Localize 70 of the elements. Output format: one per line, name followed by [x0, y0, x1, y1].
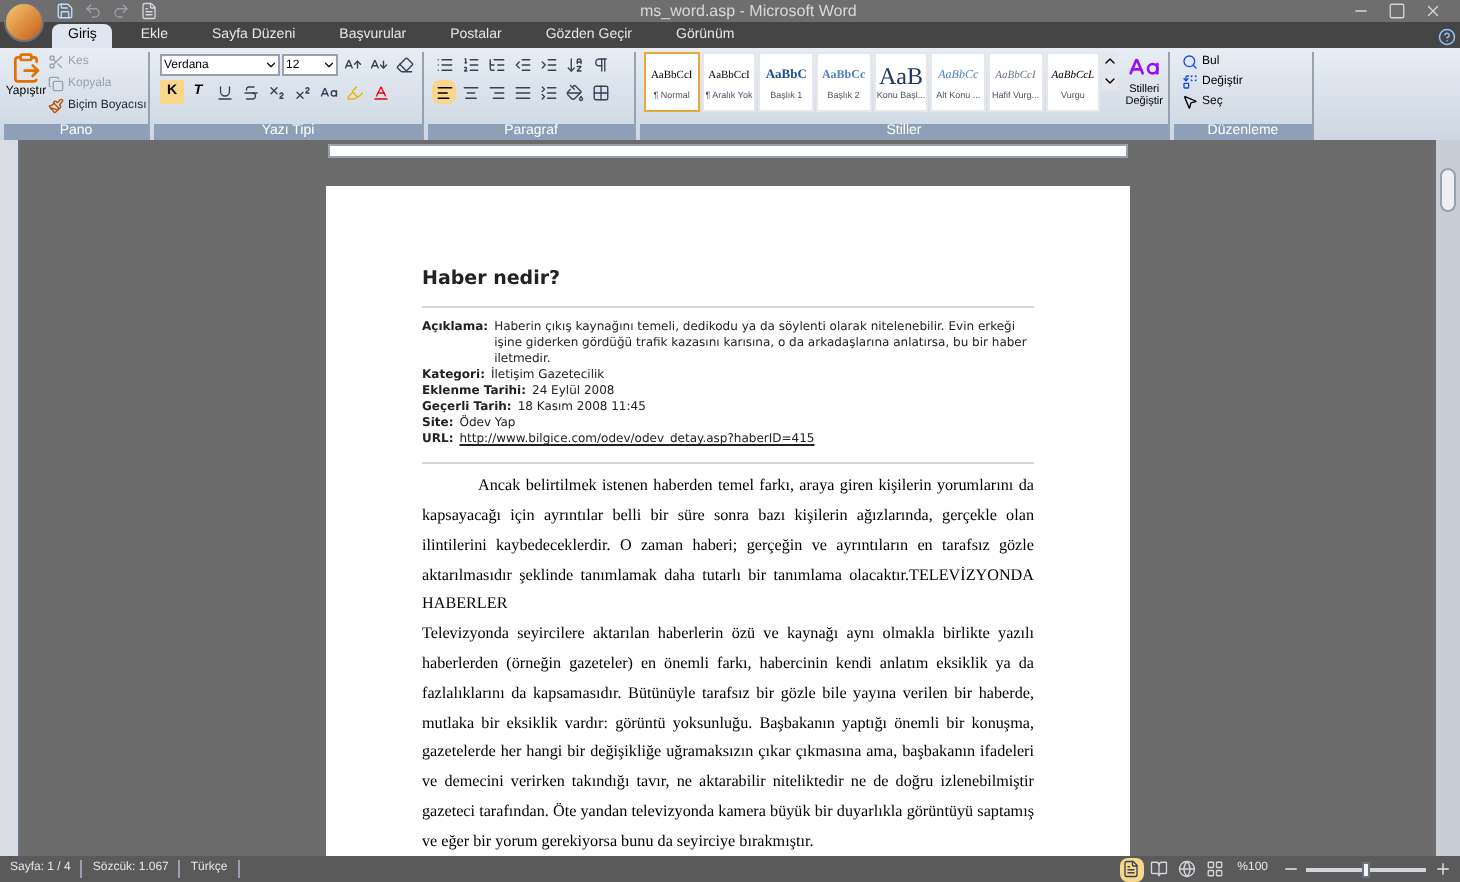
redo-button[interactable]	[108, 0, 132, 23]
align-left-button[interactable]	[432, 80, 456, 104]
search-icon	[1182, 54, 1198, 70]
web-layout-icon	[1178, 860, 1197, 878]
grow-font-icon	[343, 55, 361, 73]
outline-view-button[interactable]	[1203, 857, 1228, 881]
document-icon	[139, 2, 157, 20]
decrease-indent-icon	[513, 55, 531, 73]
replace-icon	[1182, 74, 1198, 90]
numbering-icon	[461, 55, 479, 73]
body-paragraph: Ancak belirtilmek istenen haberden temel farkı, araya giren kişilerin yorumlarını da kapsayacağı için ayrıntılar belli bir süre sonra bazı kişilerin ağızlarında, gerçekle olan ilintilerini kaybedeceklerdir. O zaman haberi; gerçeğin ve ayrıntıların en tarafsız gözle aktarılmasıdır şeklinde tanımlamak daha tutarlı bir tanımlama olacaktır.TELEVİZYONDA HABERLER	[422, 474, 1034, 617]
shading-icon	[565, 83, 583, 101]
change-case-icon	[319, 83, 337, 101]
underline-icon	[215, 83, 233, 101]
borders-icon	[591, 83, 609, 101]
redo-icon	[111, 2, 129, 20]
maximize-icon	[1387, 2, 1405, 20]
pointer-icon	[1182, 94, 1198, 110]
align-center-icon	[461, 83, 479, 101]
borders-button[interactable]	[588, 80, 612, 104]
office-button[interactable]	[4, 2, 44, 42]
shrink-font-icon	[369, 55, 387, 73]
document-button[interactable]	[136, 0, 160, 23]
line-spacing-icon	[539, 83, 557, 101]
sort-icon	[565, 55, 583, 73]
align-right-icon	[487, 83, 505, 101]
line-spacing-button[interactable]	[536, 80, 560, 104]
zoom-thumb[interactable]	[1362, 861, 1370, 877]
strikethrough-icon	[241, 83, 259, 101]
clear-format-icon	[395, 55, 413, 73]
numbering-button[interactable]	[458, 52, 482, 76]
align-left-icon	[435, 83, 453, 101]
shading-button[interactable]	[562, 80, 586, 104]
underline-button[interactable]	[212, 80, 236, 104]
scroll-thumb[interactable]	[1440, 168, 1456, 212]
reading-view-button[interactable]	[1147, 857, 1172, 881]
undo-icon	[83, 2, 101, 20]
show-marks-icon	[591, 55, 609, 73]
superscript-icon	[293, 83, 311, 101]
help-icon[interactable]	[1438, 28, 1456, 46]
body-paragraph: Televizyonda seyircilere aktarılan haberlerin özü ve kaynağı aynı olmakla birlikte yazılı haberlerden (örneğin gazeteler) en önemli farkı, habercinin kendi anlatım eksiklik ya da fazlalıklarını da kapsamasıdır. Bütünüyle tarafsız bir gözle bile yayına verilen bir haberde, mutlaka bir eksiklik vardır: görüntü yoksunluğu. Başbakanın yaptığı önemli bir konuşma, gazetelerde her hangi bir değişikliğe uğramaksızın çıkar çıkmasına ama, başbakanın ifadeleri ve demecini verirken takındığı tavır, ne aktarabilir niteliktedir ne de doğru izlenebilmiştir gazeteci tarafından. Öte yandan televizyonda kamera büyük bir duyarlıkla görüntüyü saptamış ve eğer bir yorum gerekiyorsa bunu da seyirciye bırakmıştır.	[422, 622, 1034, 854]
clipboard-icon	[10, 52, 42, 84]
justify-icon	[513, 83, 531, 101]
window-title: ms_word.asp - Microsoft Word	[640, 0, 857, 23]
outline-view-icon	[1206, 860, 1225, 878]
document-heading: Haber nedir?	[422, 266, 563, 294]
sort-button[interactable]	[562, 52, 586, 76]
reading-view-icon	[1150, 860, 1169, 878]
font-color-icon	[371, 83, 389, 101]
print-layout-icon	[1122, 860, 1141, 878]
save-icon	[55, 2, 73, 20]
scroll-down-icon[interactable]	[1102, 72, 1119, 90]
clear-format-button[interactable]	[392, 52, 416, 76]
bullets-icon	[435, 55, 453, 73]
web-layout-button[interactable]	[1175, 857, 1200, 881]
subscript-icon	[267, 83, 285, 101]
maximize-button[interactable]	[1384, 0, 1408, 23]
paintbrush-icon	[48, 98, 64, 114]
copy-icon	[48, 76, 64, 92]
scissors-icon	[48, 54, 64, 70]
zoom-in-icon	[1433, 860, 1451, 878]
close-icon	[1423, 2, 1441, 20]
increase-indent-icon	[539, 55, 557, 73]
save-button[interactable]	[52, 0, 76, 23]
highlight-icon	[345, 83, 363, 101]
scroll-up-arrow-icon[interactable]	[1102, 52, 1119, 70]
multilevel-list-icon	[487, 55, 505, 73]
strikethrough-button[interactable]	[238, 80, 262, 104]
undo-button[interactable]	[80, 0, 104, 23]
print-layout-button[interactable]	[1119, 857, 1144, 881]
